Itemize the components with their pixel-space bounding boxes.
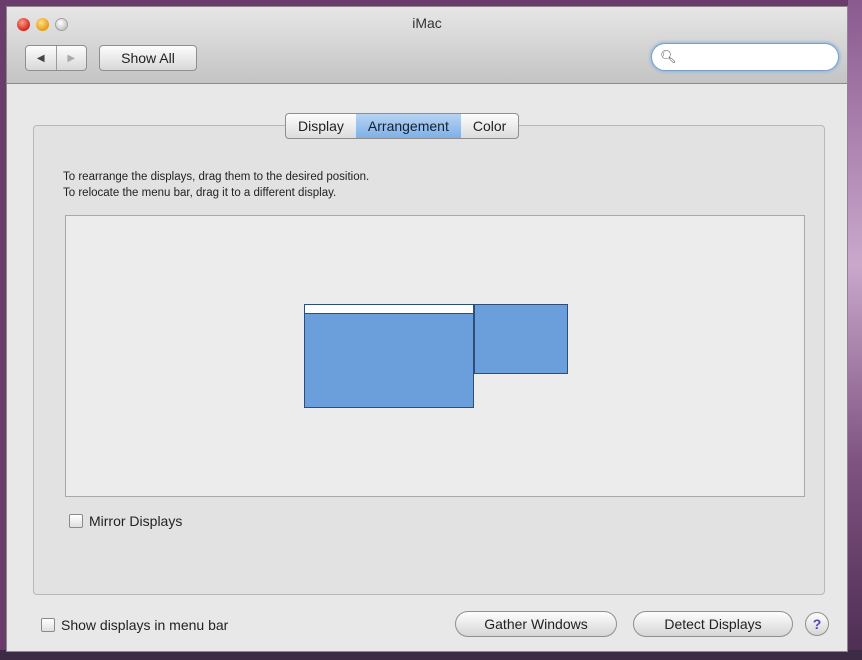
secondary-display[interactable] (474, 304, 568, 374)
show-all-button[interactable]: Show All (99, 45, 197, 71)
gather-windows-button[interactable]: Gather Windows (455, 611, 617, 637)
show-displays-in-menu-bar-label: Show displays in menu bar (61, 617, 229, 633)
window-toolbar: iMac ◀ ▶ Show All 🔍︎ (7, 7, 847, 84)
window-title: iMac (412, 15, 442, 31)
back-forward-control: ◀ ▶ (25, 45, 87, 71)
display-arrangement-area (65, 215, 805, 497)
mirror-displays-option[interactable]: Mirror Displays (69, 513, 182, 529)
tab-bar: Display Arrangement Color (285, 113, 520, 139)
menu-bar-handle[interactable] (305, 305, 473, 314)
preferences-window: iMac ◀ ▶ Show All 🔍︎ Display Arrangement… (6, 6, 848, 652)
search-input[interactable] (680, 48, 825, 66)
mirror-displays-checkbox[interactable] (69, 514, 83, 528)
tab-color[interactable]: Color (461, 114, 518, 138)
show-displays-in-menu-bar-checkbox[interactable] (41, 618, 55, 632)
back-arrow-icon[interactable]: ◀ (26, 46, 56, 70)
tab-arrangement[interactable]: Arrangement (355, 114, 461, 138)
desktop-background-right (848, 0, 862, 660)
main-display[interactable] (304, 304, 474, 408)
help-icon[interactable]: ? (805, 612, 829, 636)
tab-display[interactable]: Display (286, 114, 356, 138)
show-displays-in-menu-bar-option[interactable]: Show displays in menu bar (41, 617, 228, 633)
detect-displays-button[interactable]: Detect Displays (633, 611, 793, 637)
instruction-line-2: To relocate the menu bar, drag it to a d… (63, 187, 337, 199)
instruction-line-1: To rearrange the displays, drag them to … (63, 171, 370, 183)
search-icon: 🔍︎ (660, 49, 677, 64)
instructions-text: To rearrange the displays, drag them to … (63, 169, 369, 201)
mirror-displays-label: Mirror Displays (89, 513, 183, 529)
forward-arrow-icon[interactable]: ▶ (55, 46, 87, 70)
search-field[interactable]: 🔍︎ (651, 43, 839, 71)
